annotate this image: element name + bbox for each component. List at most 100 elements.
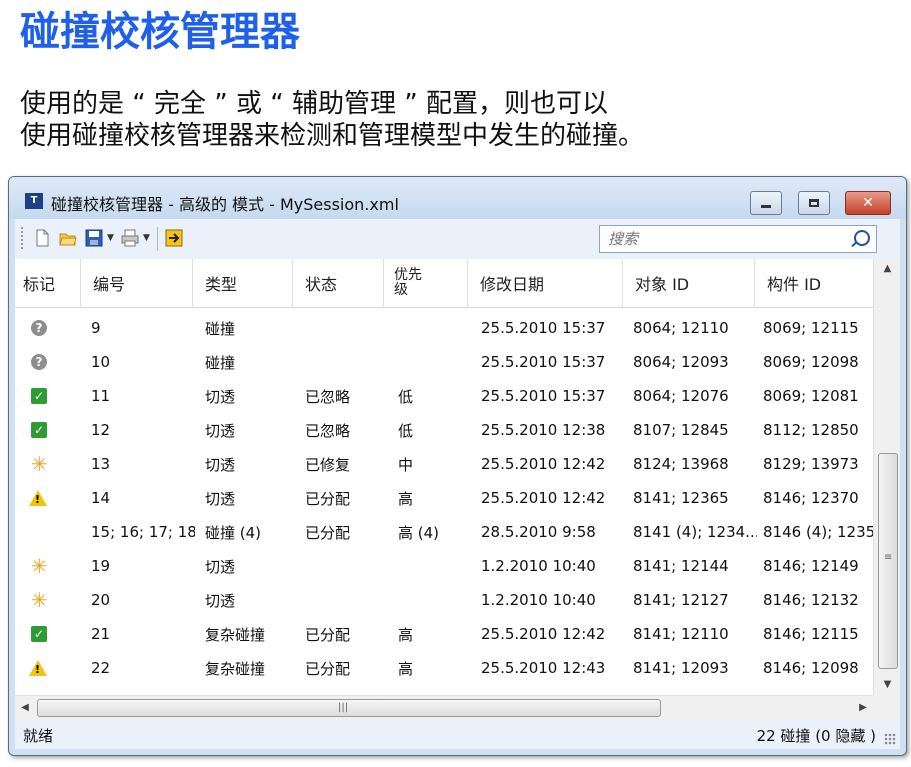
cell-part-id: 8146; 12115 bbox=[763, 625, 859, 643]
question-icon: ? bbox=[31, 354, 47, 370]
clash-count: 22 碰撞 (0 隐藏 ) bbox=[756, 727, 876, 745]
cell-type: 碰撞 bbox=[205, 353, 236, 372]
cell-status: 已分配 bbox=[305, 523, 351, 542]
table-row[interactable]: ✳ 19 切透 1.2.2010 10:40 8141; 12144 8146; 1214… bbox=[15, 549, 873, 583]
priority-header-label: 优先级 bbox=[394, 267, 422, 298]
open-icon[interactable] bbox=[59, 229, 77, 247]
table-row[interactable]: 22 复杂碰撞 已分配 高 25.5.2010 12:43 8141; 12093 8146… bbox=[15, 651, 873, 685]
scroll-left-icon[interactable]: ◀ bbox=[15, 698, 35, 718]
cell-status bbox=[305, 549, 385, 583]
cell-number: 9 bbox=[91, 319, 101, 337]
close-button[interactable]: ✕ bbox=[845, 191, 891, 215]
column-header-part-id[interactable]: 构件 ID bbox=[755, 259, 873, 307]
save-dropdown-icon[interactable]: ▼ bbox=[107, 233, 114, 243]
status-bar: 就绪 22 碰撞 (0 隐藏 ) bbox=[15, 719, 900, 749]
cell-modified-date: 28.5.2010 9:58 bbox=[481, 523, 596, 541]
cell-number: 11 bbox=[91, 387, 111, 405]
column-header-number[interactable]: 编号 bbox=[81, 259, 193, 307]
cell-priority: 低 bbox=[398, 421, 414, 440]
intro-line-2: 使用碰撞校核管理器来检测和管理模型中发生的碰撞。 bbox=[20, 121, 645, 151]
cell-number: 12 bbox=[91, 421, 111, 439]
cell-number: 21 bbox=[91, 625, 111, 643]
search-icon[interactable] bbox=[854, 230, 870, 246]
cell-status bbox=[305, 311, 385, 345]
table-row[interactable]: 15; 16; 17; 18 碰撞 (4) 已分配 高 (4) 28.5.2010 9:… bbox=[15, 515, 873, 549]
cell-type: 切透 bbox=[205, 489, 236, 508]
cell-status: 已忽略 bbox=[305, 421, 351, 440]
column-header-priority[interactable]: 优先级 bbox=[384, 259, 468, 307]
table-row[interactable]: ✳ 20 切透 1.2.2010 10:40 8141; 12127 8146; 1213… bbox=[15, 583, 873, 617]
cell-object-id: 8107; 12845 bbox=[633, 421, 729, 439]
table-row[interactable]: ✳ 13 切透 已修复 中 25.5.2010 12:42 8124; 13968 8129;… bbox=[15, 447, 873, 481]
clash-manager-window: T 碰撞校核管理器 - 高级的 模式 - MySession.xml ✕ ▼ ▼ bbox=[8, 176, 907, 756]
save-icon[interactable] bbox=[85, 229, 103, 247]
table-row[interactable]: ? 10 碰撞 25.5.2010 15:37 8064; 12093 8069; 120… bbox=[15, 345, 873, 379]
column-header-object-id[interactable]: 对象 ID bbox=[623, 259, 755, 307]
intro-line-1: 使用的是 “ 完全 ” 或 “ 辅助管理 ” 配置，则也可以 bbox=[20, 89, 608, 119]
horizontal-scrollbar[interactable]: ◀ ||| ▶ bbox=[15, 695, 873, 719]
print-icon[interactable] bbox=[121, 229, 139, 247]
scroll-up-icon[interactable]: ▲ bbox=[874, 259, 900, 279]
cell-modified-date: 1.2.2010 10:40 bbox=[481, 591, 596, 609]
checkmark-icon: ✓ bbox=[31, 422, 47, 438]
search-input[interactable] bbox=[606, 228, 840, 250]
cell-priority: 低 bbox=[398, 387, 414, 406]
new-icon[interactable] bbox=[33, 229, 51, 247]
vertical-scrollbar[interactable]: ▲ ≡ ▼ bbox=[873, 259, 900, 695]
cell-object-id: 8141; 12144 bbox=[633, 557, 729, 575]
table-row[interactable]: ✓ 21 复杂碰撞 已分配 高 25.5.2010 12:42 8141; 12110 814… bbox=[15, 617, 873, 651]
column-header-status[interactable]: 状态 bbox=[293, 259, 384, 307]
cell-part-id: 8146; 12149 bbox=[763, 557, 859, 575]
cell-type: 复杂碰撞 bbox=[205, 625, 266, 644]
cell-object-id: 8141; 12365 bbox=[633, 489, 729, 507]
cell-modified-date: 25.5.2010 15:37 bbox=[481, 319, 606, 337]
cell-number: 15; 16; 17; 18 bbox=[91, 523, 195, 541]
toolbar-grip[interactable] bbox=[21, 227, 23, 251]
exit-icon[interactable] bbox=[165, 229, 183, 247]
cell-status: 已修复 bbox=[305, 455, 351, 474]
cell-number: 19 bbox=[91, 557, 111, 575]
cell-priority: 中 bbox=[398, 455, 414, 474]
search-box[interactable] bbox=[599, 225, 877, 253]
page-title: 碰撞校核管理器 bbox=[20, 9, 300, 55]
toolbar-separator bbox=[157, 227, 158, 251]
column-header-modified-date[interactable]: 修改日期 bbox=[468, 259, 623, 307]
warning-icon bbox=[29, 660, 47, 676]
cell-modified-date: 25.5.2010 12:38 bbox=[481, 421, 606, 439]
cell-number: 14 bbox=[91, 489, 111, 507]
column-header-type[interactable]: 类型 bbox=[193, 259, 293, 307]
cell-status: 已分配 bbox=[305, 625, 351, 644]
checkmark-icon: ✓ bbox=[31, 388, 47, 404]
cell-object-id: 8141 (4); 1234... bbox=[633, 523, 757, 541]
scroll-down-icon[interactable]: ▼ bbox=[874, 675, 900, 695]
cell-part-id: 8146; 12370 bbox=[763, 489, 859, 507]
cell-part-id: 8146 (4); 1235... bbox=[763, 523, 873, 541]
column-header-mark[interactable]: 标记 bbox=[15, 259, 81, 307]
clash-table: 标记 编号 类型 状态 优先级 修改日期 对象 ID 构件 ID ? 9 碰撞 25.… bbox=[15, 259, 900, 719]
cell-number: 22 bbox=[91, 659, 111, 677]
cell-part-id: 8146; 12132 bbox=[763, 591, 859, 609]
print-dropdown-icon[interactable]: ▼ bbox=[143, 233, 150, 243]
vertical-scroll-thumb[interactable]: ≡ bbox=[878, 453, 898, 669]
cell-object-id: 8141; 12127 bbox=[633, 591, 729, 609]
maximize-button[interactable] bbox=[798, 191, 830, 215]
cell-object-id: 8141; 12110 bbox=[633, 625, 729, 643]
cell-type: 切透 bbox=[205, 591, 236, 610]
window-title: 碰撞校核管理器 - 高级的 模式 - MySession.xml bbox=[51, 195, 399, 214]
table-row[interactable]: 14 切透 已分配 高 25.5.2010 12:42 8141; 12365 8146; … bbox=[15, 481, 873, 515]
title-bar[interactable]: T 碰撞校核管理器 - 高级的 模式 - MySession.xml ✕ bbox=[9, 177, 906, 219]
cell-object-id: 8064; 12076 bbox=[633, 387, 729, 405]
scroll-right-icon[interactable]: ▶ bbox=[853, 698, 873, 718]
question-icon: ? bbox=[31, 320, 47, 336]
cell-object-id: 8064; 12093 bbox=[633, 353, 729, 371]
minimize-button[interactable] bbox=[750, 191, 782, 215]
cell-type: 切透 bbox=[205, 455, 236, 474]
horizontal-scroll-thumb[interactable]: ||| bbox=[37, 699, 661, 717]
resize-grip-icon[interactable] bbox=[884, 733, 896, 745]
cell-type: 切透 bbox=[205, 387, 236, 406]
table-row[interactable]: ✓ 11 切透 已忽略 低 25.5.2010 15:37 8064; 12076 8069;… bbox=[15, 379, 873, 413]
minimize-icon bbox=[761, 204, 771, 208]
cell-part-id: 8069; 12098 bbox=[763, 353, 859, 371]
table-row[interactable]: ? 9 碰撞 25.5.2010 15:37 8064; 12110 8069; 1211… bbox=[15, 311, 873, 345]
table-row[interactable]: ✓ 12 切透 已忽略 低 25.5.2010 12:38 8107; 12845 8112;… bbox=[15, 413, 873, 447]
